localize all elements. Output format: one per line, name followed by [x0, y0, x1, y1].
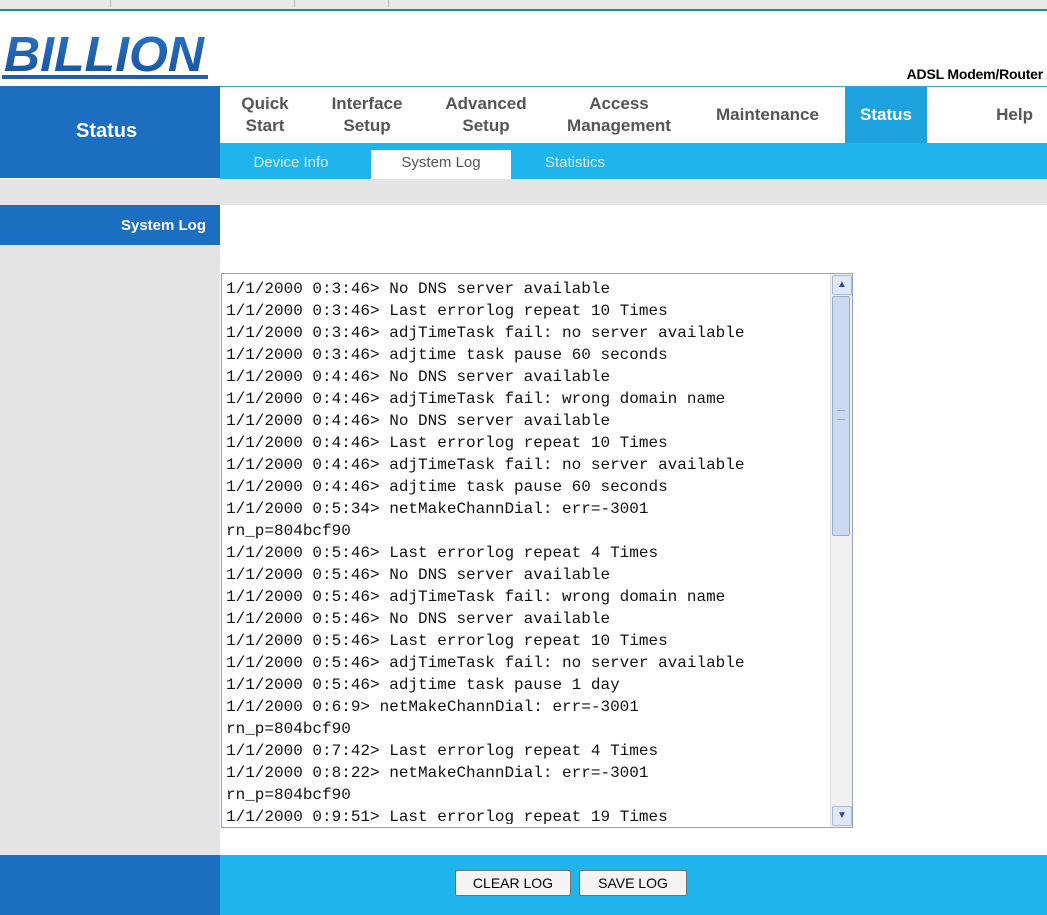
nav-status[interactable]: Status — [845, 87, 927, 143]
main-nav: Quick Start Interface Setup Advanced Setup … — [220, 87, 1047, 143]
browser-top-strip — [0, 0, 1047, 11]
clear-log-button[interactable]: CLEAR LOG — [455, 870, 571, 896]
scroll-grip-icon — [837, 410, 845, 420]
top-strip-segment — [0, 0, 111, 7]
footer-left — [0, 855, 220, 915]
nav-help[interactable]: Help — [927, 87, 1047, 143]
nav-advanced-setup[interactable]: Advanced Setup — [424, 87, 548, 143]
subtab-system-log[interactable]: System Log — [371, 150, 511, 179]
product-label: ADSL Modem/Router — [906, 66, 1044, 82]
nav-quick-start[interactable]: Quick Start — [220, 87, 310, 143]
logo-text: BILLION — [4, 28, 206, 80]
content-top-band — [0, 179, 1047, 205]
nav-maintenance[interactable]: Maintenance — [690, 87, 845, 143]
nav-access-management[interactable]: Access Management — [548, 87, 690, 143]
subtab-system-log-label: System Log — [401, 154, 481, 171]
sub-nav: Device Info System Log Statistics — [220, 143, 1047, 179]
left-column — [0, 205, 220, 855]
scroll-thumb[interactable] — [832, 296, 850, 536]
top-strip-segment — [294, 0, 389, 7]
section-title: Status — [0, 86, 220, 178]
top-strip-segment — [110, 0, 295, 7]
billion-logo: BILLION — [2, 28, 208, 80]
log-scrollbar[interactable]: ▲ ▼ — [830, 274, 852, 827]
page-label: System Log — [0, 205, 220, 245]
nav-interface-setup[interactable]: Interface Setup — [310, 87, 424, 143]
system-log-textarea[interactable]: 1/1/2000 0:3:46> No DNS server available… — [221, 273, 853, 828]
system-log-content: 1/1/2000 0:3:46> No DNS server available… — [226, 280, 745, 824]
subtab-statistics[interactable]: Statistics — [530, 150, 620, 179]
scroll-up-arrow-icon[interactable]: ▲ — [832, 275, 852, 295]
page-label-text: System Log — [120, 217, 206, 234]
scroll-down-arrow-icon[interactable]: ▼ — [832, 806, 852, 826]
save-log-button[interactable]: SAVE LOG — [579, 870, 687, 896]
section-title-text: Status — [76, 120, 138, 142]
subtab-device-info[interactable]: Device Info — [238, 150, 344, 179]
